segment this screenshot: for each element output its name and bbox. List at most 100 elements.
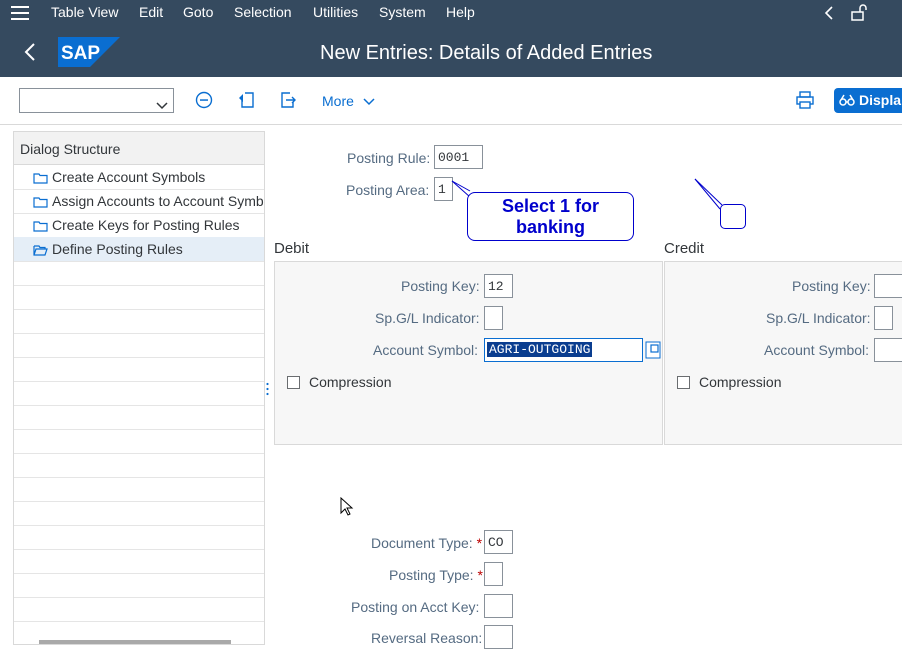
debit-group: Posting Key: 12 Sp.G/L Indicator: Accoun… [274, 261, 663, 445]
list-item [14, 525, 264, 550]
list-item [14, 549, 264, 574]
menu-goto[interactable]: Goto [183, 4, 213, 20]
menu-bar: Table View Edit Goto Selection Utilities… [0, 0, 902, 29]
display-label: Displa [859, 92, 902, 108]
list-item [14, 477, 264, 502]
credit-account-symbol-label: Account Symbol: [764, 342, 870, 358]
posting-type-label-text: Posting Type: [389, 567, 474, 583]
tree-item-assign-accounts[interactable]: Assign Accounts to Account Symbo [14, 189, 264, 214]
document-type-field[interactable]: CO [484, 530, 513, 554]
tree-item-label: Assign Accounts to Account Symbo [52, 193, 264, 209]
list-item [14, 597, 264, 622]
list-item [14, 429, 264, 454]
dialog-structure-header: Dialog Structure [14, 132, 264, 165]
menu-system[interactable]: System [379, 4, 426, 20]
value-help-icon[interactable] [645, 341, 661, 362]
toolbar: More Displa [0, 77, 902, 125]
horizontal-scrollbar[interactable] [39, 640, 231, 644]
more-label: More [322, 93, 354, 109]
tree-item-create-account-symbols[interactable]: Create Account Symbols [14, 165, 264, 190]
required-marker: * [477, 567, 483, 583]
tree-item-label: Create Account Symbols [52, 169, 206, 185]
debit-spgl-field[interactable] [484, 306, 503, 330]
debit-account-symbol-value: AGRI-OUTGOING [487, 342, 593, 357]
folder-icon [33, 219, 48, 235]
tree-item-label: Create Keys for Posting Rules [52, 217, 240, 233]
list-item [14, 309, 264, 334]
list-item [14, 333, 264, 358]
more-button[interactable]: More [322, 93, 375, 109]
menu-table-view[interactable]: Table View [51, 4, 118, 20]
reversal-reason-label: Reversal Reason: [371, 630, 483, 646]
callout-box-empty [720, 204, 746, 229]
display-button[interactable]: Displa [834, 88, 902, 113]
credit-compression-label: Compression [699, 374, 782, 390]
credit-posting-key-label: Posting Key: [792, 278, 871, 294]
credit-title: Credit [664, 240, 705, 257]
list-item [14, 573, 264, 598]
posting-type-field[interactable] [484, 562, 503, 586]
folder-icon [33, 195, 48, 211]
list-item [14, 357, 264, 382]
tree-item-label: Define Posting Rules [52, 241, 183, 257]
command-field[interactable] [19, 88, 174, 113]
export-icon[interactable] [279, 91, 297, 112]
callout-box: Select 1 for banking [467, 192, 634, 241]
menu-edit[interactable]: Edit [139, 4, 163, 20]
credit-group: Posting Key: Sp.G/L Indicator: Account S… [664, 261, 902, 445]
folder-icon [33, 171, 48, 187]
shell-header: SAP New Entries: Details of Added Entrie… [0, 26, 902, 77]
tree-item-create-keys[interactable]: Create Keys for Posting Rules [14, 213, 264, 238]
sap-logo-text: SAP [61, 43, 100, 64]
glasses-icon [839, 93, 855, 110]
debit-posting-key-label: Posting Key: [401, 278, 480, 294]
chevron-down-icon[interactable] [156, 97, 168, 113]
debit-compression-label: Compression [309, 374, 392, 390]
unlock-icon[interactable] [851, 4, 867, 24]
menu-utilities[interactable]: Utilities [313, 4, 358, 20]
splitter-handle[interactable] [266, 382, 269, 396]
posting-type-label: Posting Type: * [389, 567, 483, 583]
credit-spgl-field[interactable] [874, 306, 893, 330]
dialog-structure-panel: Dialog Structure Create Account Symbols … [13, 131, 265, 645]
credit-posting-key-field[interactable] [874, 274, 902, 298]
debit-posting-key-field[interactable]: 12 [484, 274, 513, 298]
menu-selection[interactable]: Selection [234, 4, 292, 20]
posting-rule-label: Posting Rule: [347, 150, 431, 166]
form-area: Posting Rule: 0001 Posting Area: 1 Selec… [272, 125, 902, 649]
sap-logo: SAP [58, 37, 120, 70]
chevron-down-icon [363, 98, 375, 106]
list-item [14, 261, 264, 286]
reversal-reason-field[interactable] [484, 625, 513, 649]
callout-text: Select 1 for banking [501, 196, 600, 237]
credit-account-symbol-field[interactable] [874, 338, 902, 362]
credit-compression-checkbox[interactable] [677, 376, 690, 389]
document-type-label: Document Type: * [371, 535, 482, 551]
debit-compression-checkbox[interactable] [287, 376, 300, 389]
tree-item-define-posting-rules[interactable]: Define Posting Rules [14, 237, 264, 262]
posting-on-acct-key-label: Posting on Acct Key: [351, 599, 480, 615]
hamburger-menu-icon[interactable] [11, 6, 29, 23]
print-icon[interactable] [796, 91, 814, 112]
menu-help[interactable]: Help [446, 4, 475, 20]
cancel-icon[interactable] [195, 91, 213, 112]
debit-spgl-label: Sp.G/L Indicator: [375, 310, 480, 326]
list-item [14, 405, 264, 430]
mouse-cursor-icon [340, 496, 354, 520]
open-folder-icon [33, 243, 48, 259]
back-icon[interactable] [24, 43, 36, 64]
chevron-left-icon[interactable] [824, 6, 834, 23]
document-type-label-text: Document Type: [371, 535, 473, 551]
debit-account-symbol-field[interactable]: AGRI-OUTGOING [484, 338, 643, 362]
undo-icon[interactable] [238, 91, 256, 112]
required-marker: * [476, 535, 483, 551]
list-item [14, 381, 264, 406]
page-title: New Entries: Details of Added Entries [320, 42, 653, 64]
list-item [14, 453, 264, 478]
dialog-structure-title: Dialog Structure [20, 141, 121, 157]
posting-on-acct-key-field[interactable] [484, 594, 513, 618]
list-item [14, 285, 264, 310]
debit-title: Debit [274, 240, 310, 257]
list-item [14, 501, 264, 526]
debit-account-symbol-label: Account Symbol: [373, 342, 479, 358]
